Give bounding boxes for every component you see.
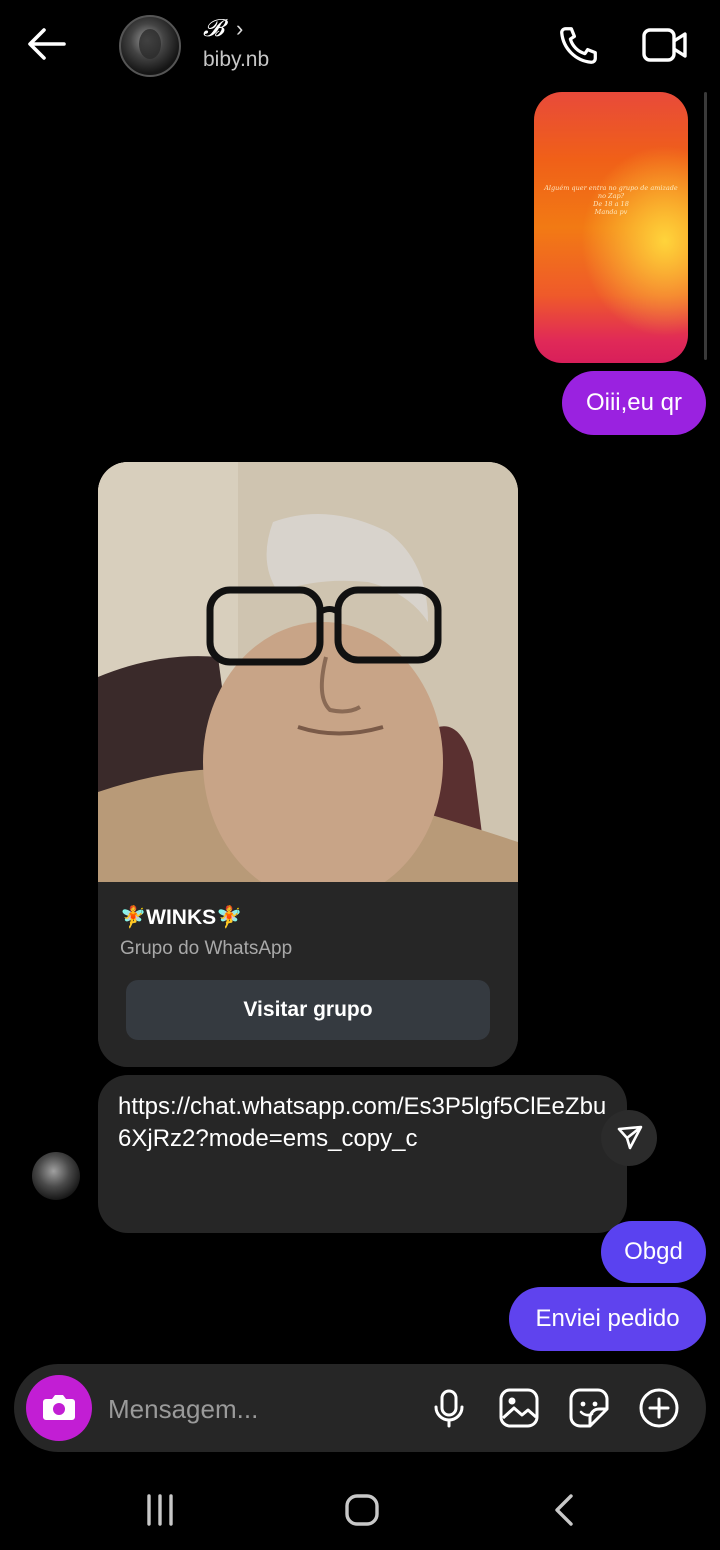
story-text: Alguém quer entra no grupo de amizade no… [542, 184, 680, 216]
camera-icon[interactable] [26, 1375, 92, 1441]
group-photo[interactable] [98, 462, 518, 882]
whatsapp-group-card[interactable]: 🧚WINKS🧚 Grupo do WhatsApp Visitar grupo [98, 462, 518, 1067]
plus-icon[interactable] [636, 1385, 682, 1431]
chat-header: 𝓑 › biby.nb [0, 0, 720, 90]
visit-group-button[interactable]: Visitar grupo [126, 980, 490, 1040]
story-text-line: De 18 a 18 [593, 200, 629, 208]
profile-name[interactable]: 𝓑 [203, 14, 224, 42]
group-info: 🧚WINKS🧚 Grupo do WhatsApp Visitar grupo [98, 882, 518, 1067]
system-navigation-bar [0, 1470, 720, 1550]
gallery-icon[interactable] [496, 1385, 542, 1431]
sticker-icon[interactable] [566, 1385, 612, 1431]
share-icon[interactable] [601, 1110, 657, 1166]
outgoing-message[interactable]: Obgd [601, 1221, 706, 1283]
story-text-line: Manda pv [594, 208, 628, 216]
profile-username[interactable]: biby.nb [203, 48, 269, 72]
group-subtitle: Grupo do WhatsApp [120, 938, 293, 959]
story-reply-card[interactable]: Alguém quer entra no grupo de amizade no… [534, 92, 688, 363]
story-text-line: Alguém quer entra no grupo de amizade no… [544, 184, 678, 200]
phone-icon[interactable] [556, 22, 602, 68]
back-arrow-icon[interactable] [22, 22, 72, 66]
group-title: 🧚WINKS🧚 [120, 906, 243, 929]
link-message[interactable]: https://chat.whatsapp.com/Es3P5lgf5ClEeZ… [98, 1075, 627, 1233]
message-composer [14, 1364, 706, 1452]
message-input[interactable] [106, 1390, 410, 1428]
profile-avatar[interactable] [119, 15, 181, 77]
outgoing-message[interactable]: Enviei pedido [509, 1287, 706, 1351]
home-icon[interactable] [342, 1490, 382, 1530]
chevron-right-icon[interactable]: › [236, 16, 243, 42]
sender-avatar[interactable] [32, 1152, 80, 1200]
video-camera-icon[interactable] [640, 24, 690, 66]
microphone-icon[interactable] [426, 1385, 472, 1431]
back-icon[interactable] [545, 1490, 585, 1530]
outgoing-message[interactable]: Oiii,eu qr [562, 371, 706, 435]
scrollbar[interactable] [704, 92, 707, 360]
recent-apps-icon[interactable] [140, 1490, 180, 1530]
